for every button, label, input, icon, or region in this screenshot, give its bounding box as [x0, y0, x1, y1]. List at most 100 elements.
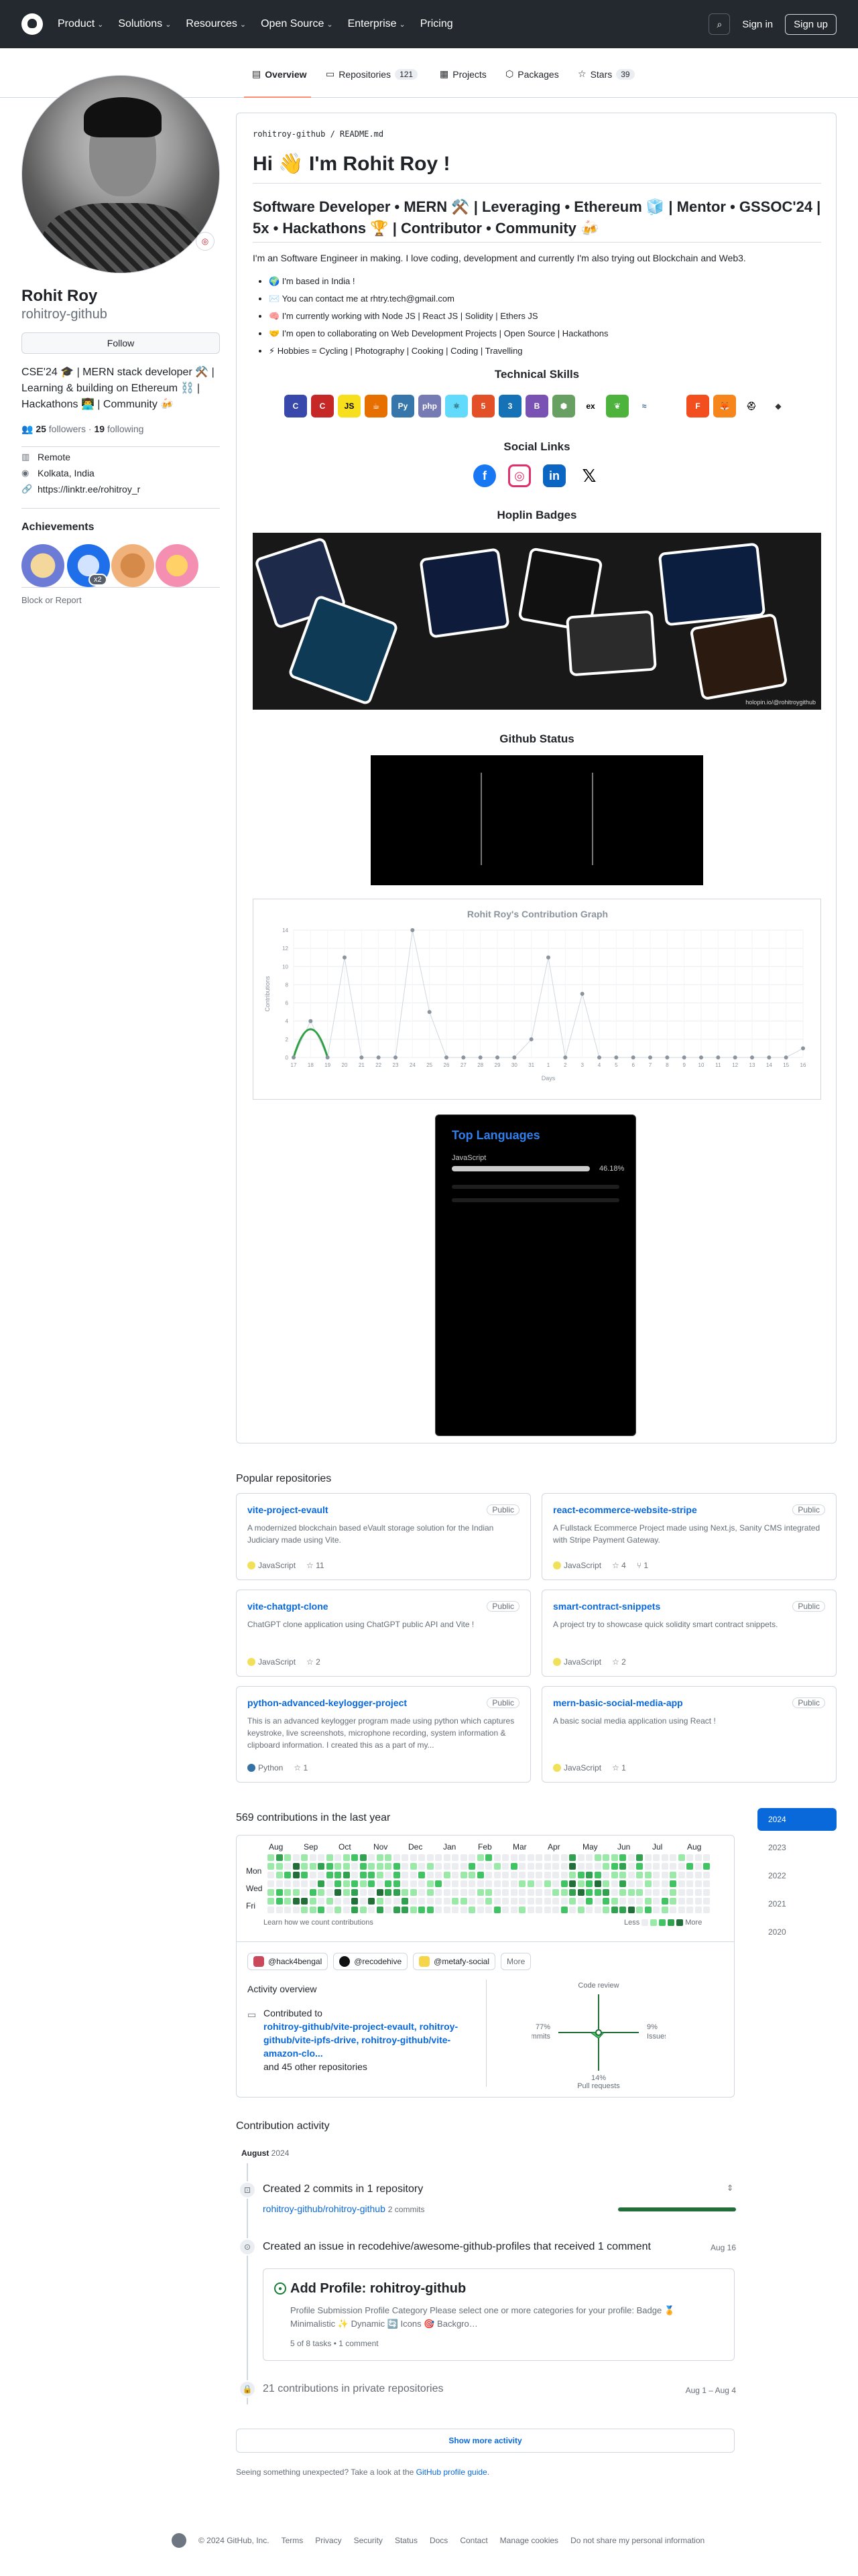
calendar-day[interactable] — [519, 1872, 526, 1878]
calendar-day[interactable] — [435, 1898, 442, 1905]
calendar-day[interactable] — [502, 1898, 509, 1905]
calendar-day[interactable] — [594, 1872, 601, 1878]
footer-link-privacy[interactable]: Privacy — [315, 2536, 341, 2545]
calendar-day[interactable] — [334, 1872, 341, 1878]
calendar-day[interactable] — [485, 1880, 492, 1887]
calendar-day[interactable] — [502, 1872, 509, 1878]
calendar-day[interactable] — [594, 1907, 601, 1913]
calendar-day[interactable] — [275, 1907, 283, 1913]
calendar-day[interactable] — [586, 1898, 593, 1905]
calendar-day[interactable] — [385, 1872, 391, 1878]
calendar-day[interactable] — [552, 1872, 559, 1878]
calendar-day[interactable] — [544, 1898, 551, 1905]
calendar-day[interactable] — [661, 1872, 668, 1878]
readme-path[interactable]: rohitroy-github / README.md — [253, 129, 383, 139]
year-2022[interactable]: 2022 — [757, 1864, 837, 1887]
calendar-day[interactable] — [301, 1898, 308, 1905]
calendar-day[interactable] — [309, 1872, 316, 1878]
calendar-day[interactable] — [326, 1863, 333, 1870]
calendar-day[interactable] — [426, 1907, 434, 1913]
calendar-day[interactable] — [334, 1889, 341, 1896]
issue-title[interactable]: Add Profile: rohitroy-github — [290, 2281, 466, 2297]
calendar-day[interactable] — [443, 1854, 450, 1861]
calendar-day[interactable] — [493, 1898, 501, 1905]
calendar-day[interactable] — [351, 1898, 358, 1905]
calendar-day[interactable] — [603, 1854, 609, 1861]
calendar-day[interactable] — [477, 1907, 484, 1913]
calendar-day[interactable] — [560, 1889, 568, 1896]
calendar-day[interactable] — [619, 1863, 626, 1870]
calendar-day[interactable] — [368, 1880, 375, 1887]
calendar-day[interactable] — [527, 1854, 534, 1861]
calendar-day[interactable] — [351, 1907, 358, 1913]
calendar-day[interactable] — [527, 1863, 534, 1870]
bullet-item[interactable]: ✉️ You can contact me at rhtry.tech@gmai… — [269, 290, 608, 308]
achievement-quickdraw-icon[interactable] — [156, 544, 198, 587]
calendar-day[interactable] — [376, 1872, 383, 1878]
calendar-day[interactable] — [644, 1898, 652, 1905]
calendar-day[interactable] — [519, 1898, 526, 1905]
calendar-day[interactable] — [376, 1907, 383, 1913]
calendar-day[interactable] — [368, 1863, 375, 1870]
calendar-day[interactable] — [644, 1880, 652, 1887]
calendar-day[interactable] — [393, 1863, 400, 1870]
calendar-day[interactable] — [493, 1854, 501, 1861]
calendar-day[interactable] — [536, 1854, 542, 1861]
calendar-day[interactable] — [594, 1880, 601, 1887]
calendar-day[interactable] — [686, 1907, 693, 1913]
calendar-day[interactable] — [292, 1880, 300, 1887]
footer-link-cookies[interactable]: Manage cookies — [500, 2536, 558, 2545]
calendar-day[interactable] — [393, 1889, 400, 1896]
calendar-day[interactable] — [309, 1907, 316, 1913]
calendar-day[interactable] — [619, 1872, 626, 1878]
calendar-day[interactable] — [586, 1889, 593, 1896]
footer-link-terms[interactable]: Terms — [282, 2536, 304, 2545]
calendar-day[interactable] — [544, 1907, 551, 1913]
calendar-day[interactable] — [603, 1880, 609, 1887]
calendar-day[interactable] — [644, 1854, 652, 1861]
calendar-day[interactable] — [552, 1898, 559, 1905]
calendar-day[interactable] — [519, 1854, 526, 1861]
calendar-day[interactable] — [284, 1889, 291, 1896]
linkedin-icon[interactable]: in — [543, 464, 566, 487]
calendar-day[interactable] — [343, 1863, 350, 1870]
calendar-day[interactable] — [586, 1854, 593, 1861]
calendar-day[interactable] — [410, 1854, 417, 1861]
calendar-day[interactable] — [402, 1907, 408, 1913]
calendar-day[interactable] — [644, 1889, 652, 1896]
calendar-day[interactable] — [493, 1907, 501, 1913]
repo-name-link[interactable]: mern-basic-social-media-app — [553, 1697, 825, 1708]
calendar-day[interactable] — [560, 1907, 568, 1913]
repo-name-link[interactable]: smart-contract-snippets — [553, 1601, 825, 1612]
calendar-day[interactable] — [343, 1854, 350, 1861]
calendar-day[interactable] — [393, 1907, 400, 1913]
repo-stars[interactable]: ☆ 2 — [612, 1657, 626, 1667]
calendar-day[interactable] — [636, 1889, 643, 1896]
calendar-day[interactable] — [577, 1889, 585, 1896]
calendar-day[interactable] — [527, 1889, 534, 1896]
calendar-day[interactable] — [636, 1863, 643, 1870]
calendar-day[interactable] — [686, 1872, 693, 1878]
calendar-day[interactable] — [359, 1907, 367, 1913]
nav-open-source[interactable]: Open Source ⌄ — [261, 18, 333, 30]
calendar-day[interactable] — [536, 1880, 542, 1887]
x-twitter-icon[interactable]: 𝕏 — [578, 464, 601, 487]
year-2023[interactable]: 2023 — [757, 1836, 837, 1859]
calendar-day[interactable] — [376, 1863, 383, 1870]
calendar-day[interactable] — [678, 1898, 685, 1905]
calendar-day[interactable] — [301, 1907, 308, 1913]
search-icon[interactable]: ⌕ — [709, 13, 731, 35]
calendar-day[interactable] — [368, 1854, 375, 1861]
calendar-day[interactable] — [619, 1907, 626, 1913]
calendar-day[interactable] — [536, 1898, 542, 1905]
calendar-day[interactable] — [326, 1889, 333, 1896]
calendar-day[interactable] — [619, 1880, 626, 1887]
calendar-day[interactable] — [569, 1863, 576, 1870]
calendar-day[interactable] — [292, 1889, 300, 1896]
calendar-day[interactable] — [502, 1907, 509, 1913]
calendar-day[interactable] — [636, 1898, 643, 1905]
avatar[interactable] — [21, 75, 220, 273]
calendar-day[interactable] — [418, 1872, 425, 1878]
calendar-day[interactable] — [485, 1872, 492, 1878]
calendar-day[interactable] — [485, 1907, 492, 1913]
